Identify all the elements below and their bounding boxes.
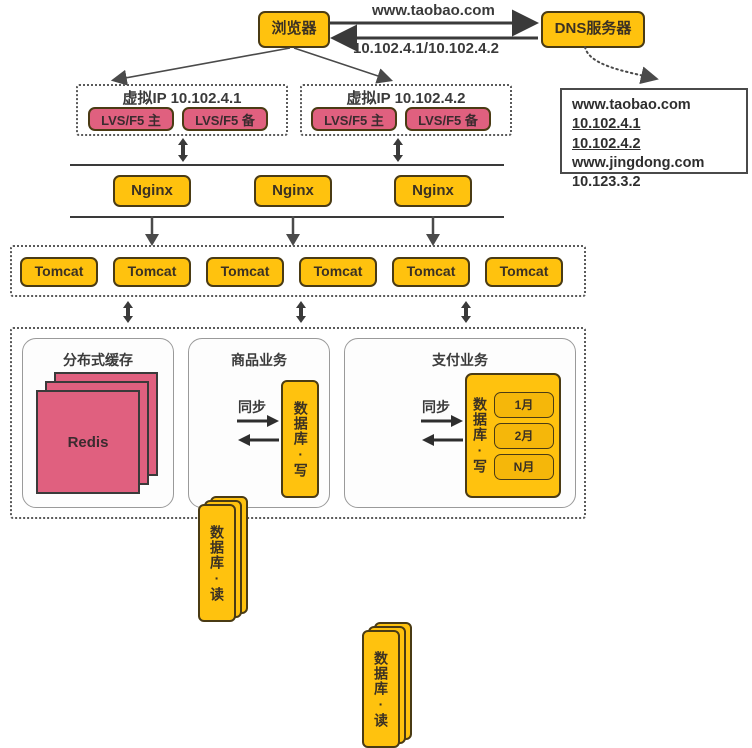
nginx-node-2-label: Nginx: [272, 181, 314, 199]
tomcat-to-service-arrow-2: [296, 301, 306, 323]
lvs-master-1[interactable]: LVS/F5 主: [88, 107, 174, 131]
tomcat-node-2-label: Tomcat: [127, 263, 177, 280]
product-read-db-stack[interactable]: 数据库·读: [198, 496, 254, 622]
dns-to-table-arrow: [584, 46, 659, 85]
nginx-upper-bus: [70, 164, 504, 166]
dns-row: www.taobao.com: [572, 97, 691, 113]
nginx-node-2[interactable]: Nginx: [254, 175, 332, 207]
product-panel-title: 商品业务: [231, 352, 287, 368]
tomcat-node-2[interactable]: Tomcat: [113, 257, 191, 287]
nginx-to-tomcat-arrow-2: [286, 216, 300, 246]
dns-server-node[interactable]: DNS服务器: [541, 11, 645, 48]
payment-partition-1[interactable]: 1月: [494, 391, 554, 418]
dns-row: 10.102.4.1: [572, 116, 641, 133]
product-sync-label: 同步: [238, 399, 266, 415]
payment-read-db-stack[interactable]: 数据库·读: [362, 622, 418, 748]
lvs-master-2-label: LVS/F5 主: [324, 112, 384, 128]
dns-row: 10.102.4.2: [572, 135, 641, 152]
tomcat-node-1-label: Tomcat: [34, 263, 84, 280]
nginx-node-3[interactable]: Nginx: [394, 175, 472, 207]
product-read-db-node: 数据库·读: [198, 504, 236, 622]
dns-row: 10.123.3.2: [572, 174, 641, 191]
product-sync-arrows: [237, 415, 279, 446]
product-write-db-label: 数据库·写: [292, 400, 309, 478]
redis-node: Redis: [36, 390, 140, 494]
tomcat-node-6[interactable]: Tomcat: [485, 257, 563, 287]
cache-panel-title: 分布式缓存: [63, 352, 133, 368]
browser-to-vip-arrows: [110, 47, 394, 86]
nginx-to-tomcat-arrow-1: [145, 216, 159, 246]
nginx-node-1[interactable]: Nginx: [113, 175, 191, 207]
lvs-backup-1[interactable]: LVS/F5 备: [182, 107, 268, 131]
tomcat-node-5[interactable]: Tomcat: [392, 257, 470, 287]
lvs-backup-2[interactable]: LVS/F5 备: [405, 107, 491, 131]
vip-group-2-title: 虚拟IP 10.102.4.2: [346, 90, 466, 107]
tomcat-node-3[interactable]: Tomcat: [206, 257, 284, 287]
lvs-backup-1-label: LVS/F5 备: [195, 112, 255, 128]
redis-label: Redis: [67, 433, 109, 451]
payment-partition-2[interactable]: 2月: [494, 422, 554, 449]
tomcat-node-5-label: Tomcat: [406, 263, 456, 280]
tomcat-to-service-arrow-3: [461, 301, 471, 323]
payment-write-db-node[interactable]: 数据库·写 1月 2月 N月: [465, 373, 561, 498]
payment-write-db-label: 数据库·写: [472, 397, 488, 474]
dns-records-table: www.taobao.com 10.102.4.1 10.102.4.2 www…: [560, 88, 748, 190]
lvs-master-2[interactable]: LVS/F5 主: [311, 107, 397, 131]
browser-label: 浏览器: [271, 20, 317, 38]
payment-sync-label: 同步: [422, 399, 450, 415]
tomcat-to-service-arrow-1: [123, 301, 133, 323]
browser-dns-arrows: [330, 9, 539, 52]
payment-sync-arrows: [421, 415, 463, 446]
payment-partition-3[interactable]: N月: [494, 453, 554, 480]
tomcat-node-1[interactable]: Tomcat: [20, 257, 98, 287]
nginx-to-tomcat-arrow-3: [426, 216, 440, 246]
vip-to-nginx-bus-arrow-2: [393, 138, 403, 162]
nginx-node-1-label: Nginx: [131, 181, 173, 199]
tomcat-node-3-label: Tomcat: [220, 263, 270, 280]
payment-panel-title: 支付业务: [432, 352, 488, 368]
vip-group-1-title: 虚拟IP 10.102.4.1: [122, 90, 242, 107]
architecture-diagram: 浏览器 DNS服务器 www.taobao.com 10.102.4.1/10.…: [0, 0, 752, 748]
product-read-db-label: 数据库·读: [209, 524, 225, 602]
payment-read-db-label: 数据库·读: [373, 650, 389, 728]
redis-stack[interactable]: Redis: [36, 372, 162, 496]
browser-node[interactable]: 浏览器: [258, 11, 330, 48]
vip-to-nginx-bus-arrow-1: [178, 138, 188, 162]
dns-request-label: www.taobao.com: [372, 2, 495, 19]
dns-server-label: DNS服务器: [554, 20, 632, 38]
tomcat-node-6-label: Tomcat: [499, 263, 549, 280]
payment-read-db-node: 数据库·读: [362, 630, 400, 748]
lvs-backup-2-label: LVS/F5 备: [418, 112, 478, 128]
nginx-node-3-label: Nginx: [412, 181, 454, 199]
dns-row: www.jingdong.com: [572, 154, 705, 171]
tomcat-node-4-label: Tomcat: [313, 263, 363, 280]
product-write-db-node[interactable]: 数据库·写: [281, 380, 319, 498]
tomcat-node-4[interactable]: Tomcat: [299, 257, 377, 287]
lvs-master-1-label: LVS/F5 主: [101, 112, 161, 128]
